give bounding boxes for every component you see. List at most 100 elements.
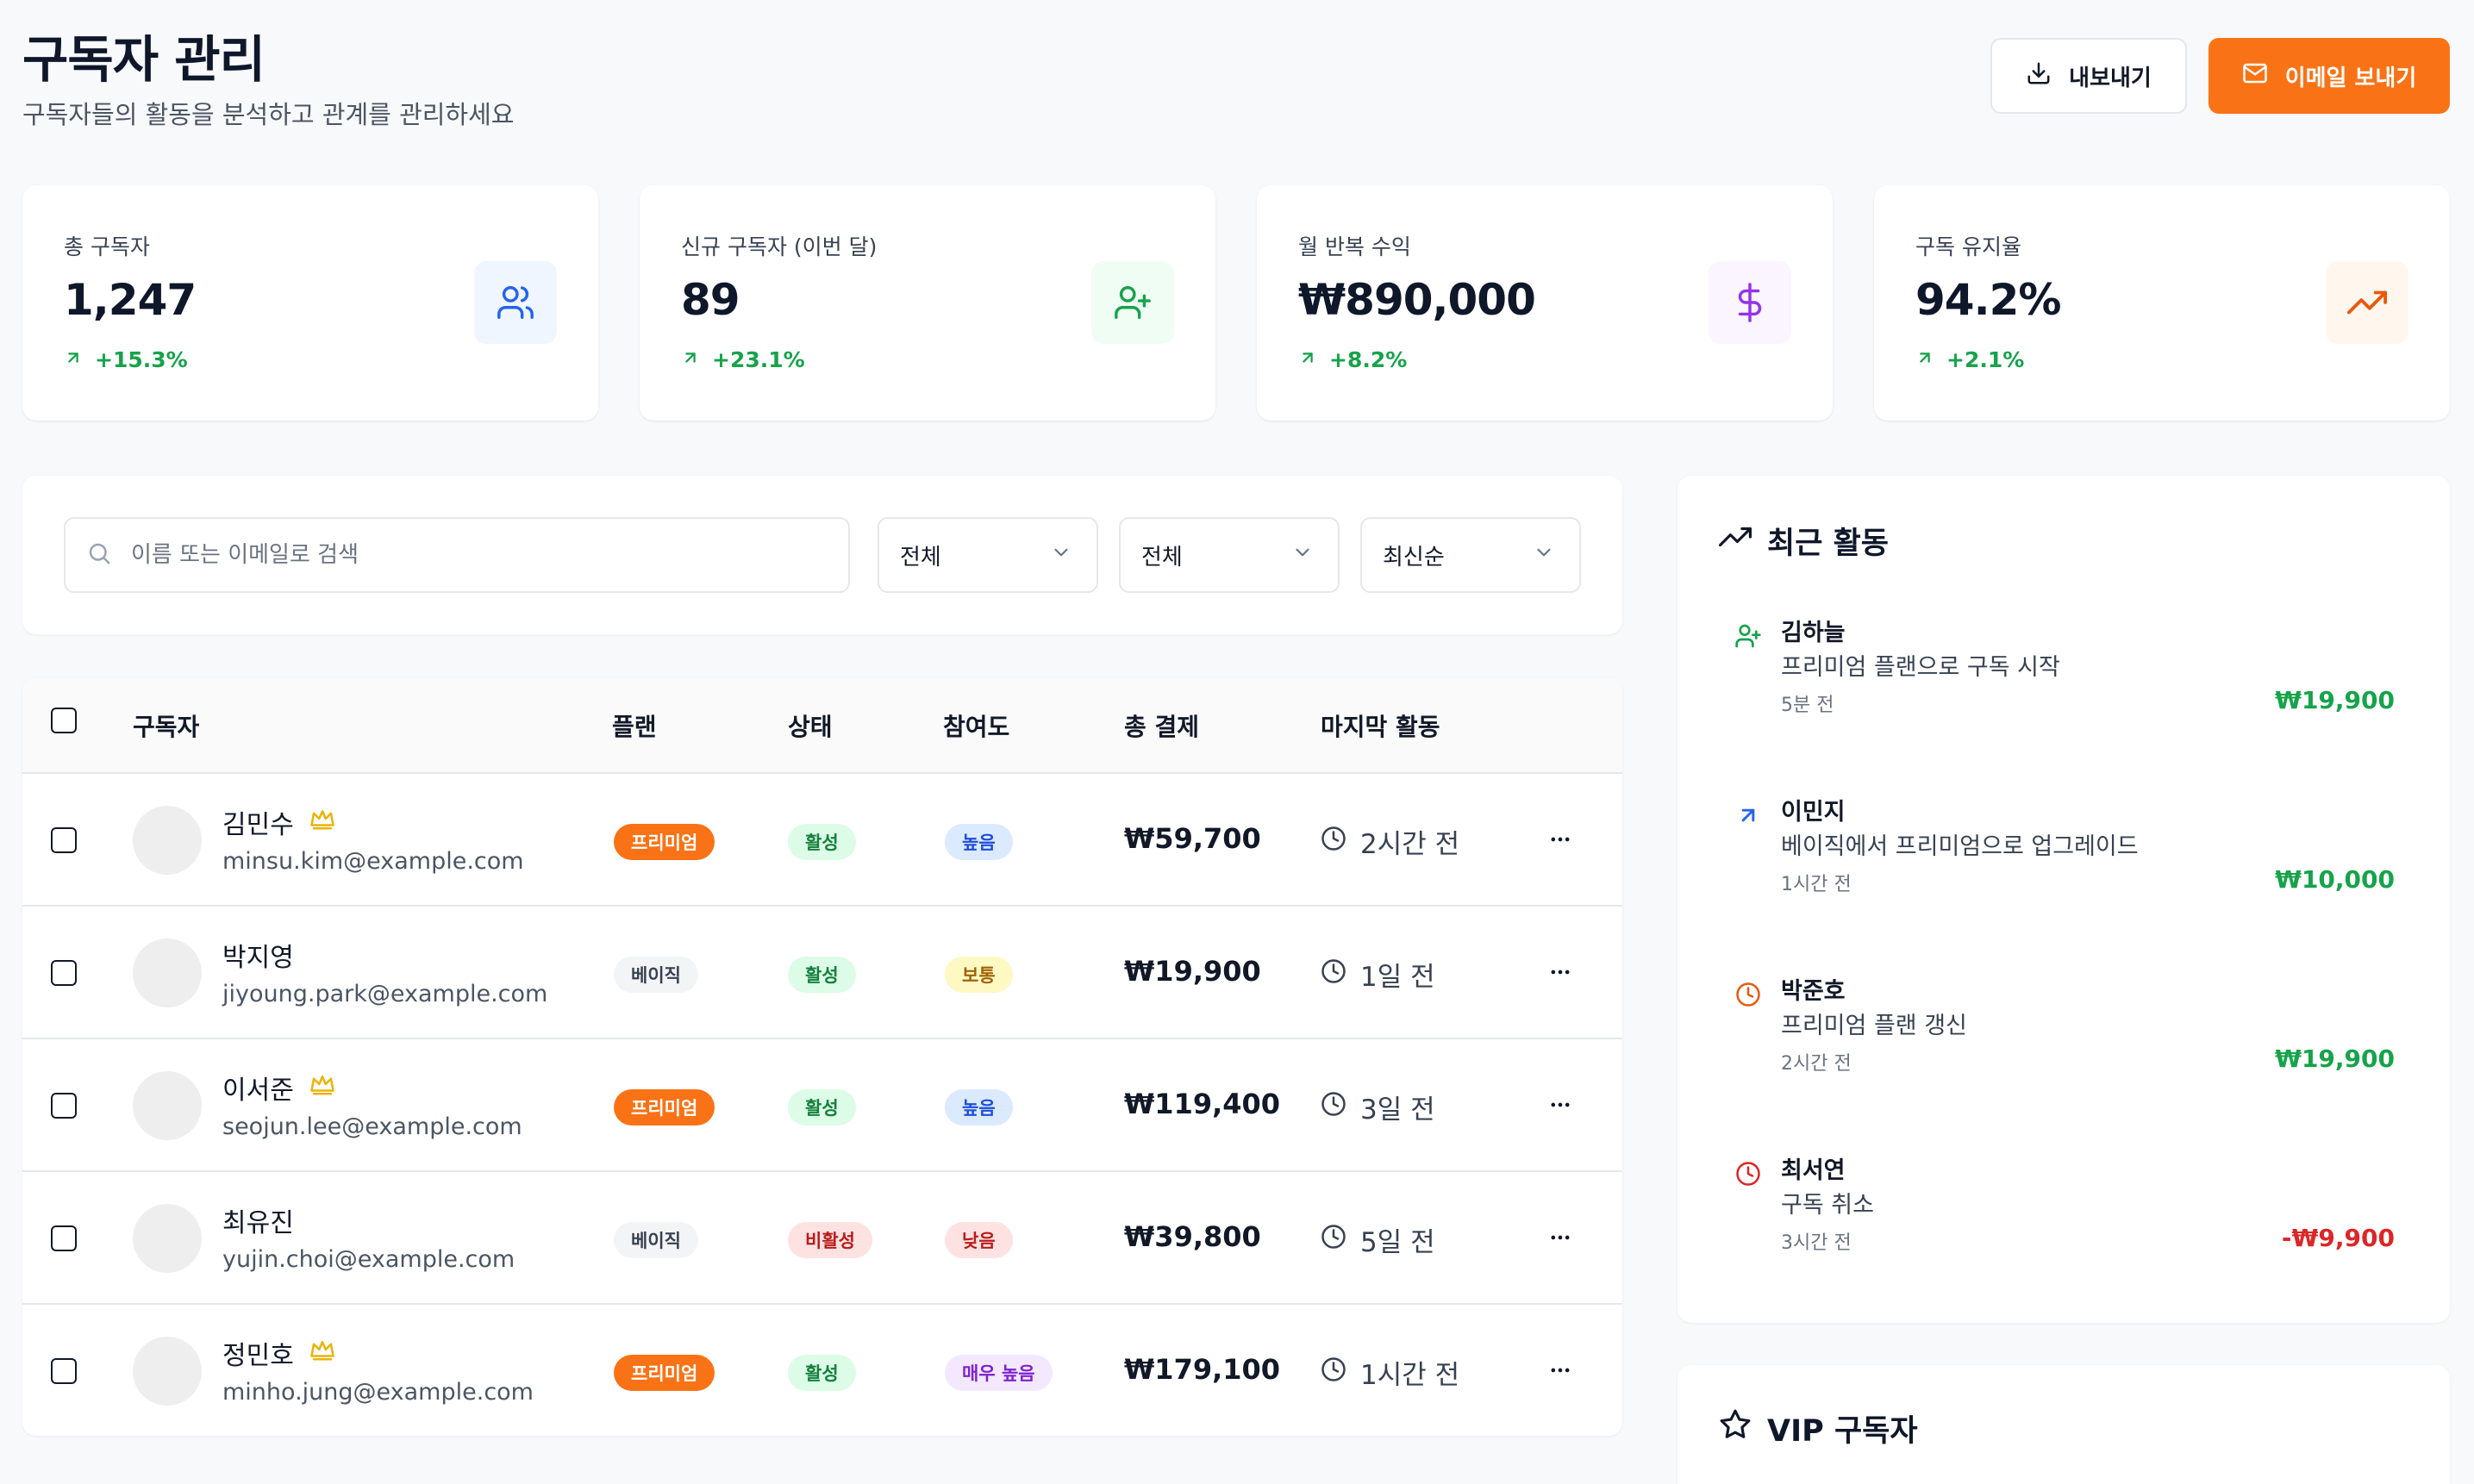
last-activity: 5일 전 (1321, 1220, 1435, 1259)
subscriber-name[interactable]: 최유진 (222, 1201, 294, 1239)
more-horizontal-icon (1548, 960, 1572, 988)
row-checkbox[interactable] (51, 960, 77, 986)
total-payment: ₩39,800 (1124, 1220, 1261, 1253)
stat-change-value: +8.2% (1329, 347, 1408, 372)
activity-description: 프리미엄 플랜 갱신 (1781, 1013, 1967, 1039)
status-filter-select[interactable]: 전체 (1119, 517, 1340, 593)
status-badge: 활성 (788, 1089, 856, 1125)
status-badge: 활성 (788, 824, 856, 860)
user-plus-icon (1091, 261, 1174, 344)
search-box[interactable] (64, 517, 850, 593)
stat-card-new-subscribers: 신규 구독자 (이번 달) 89 +23.1% (640, 185, 1215, 421)
vip-subscribers-panel: VIP 구독자 (1677, 1365, 2450, 1484)
more-options-button[interactable] (1543, 1355, 1577, 1389)
column-header-subscriber[interactable]: 구독자 (133, 708, 199, 743)
table-row[interactable]: 이서준 seojun.lee@example.com 프리미엄 활성 높음 ₩119,40… (22, 1039, 1622, 1172)
subscriber-name-text: 최유진 (222, 1208, 294, 1238)
activity-item[interactable]: 박준호 프리미엄 플랜 갱신 2시간 전 ₩19,900 (1733, 972, 2395, 1127)
select-all-checkbox[interactable] (51, 708, 77, 733)
activity-time: 2시간 전 (1781, 1053, 1852, 1075)
row-checkbox[interactable] (51, 1225, 77, 1251)
subscriber-table: 구독자 플랜 상태 참여도 총 결제 마지막 활동 김민수 minsu.kim@e… (22, 677, 1622, 1436)
table-row[interactable]: 정민호 minho.jung@example.com 프리미엄 활성 매우 높음 ₩179… (22, 1305, 1622, 1436)
subscriber-name-text: 이서준 (222, 1076, 294, 1106)
arrow-up-right-icon (64, 347, 83, 372)
more-options-button[interactable] (1543, 824, 1577, 858)
clock-icon (1321, 1224, 1346, 1256)
activity-item[interactable]: 김하늘 프리미엄 플랜으로 구독 시작 5분 전 ₩19,900 (1733, 614, 2395, 769)
column-header-engagement[interactable]: 참여도 (943, 708, 1009, 743)
column-header-plan[interactable]: 플랜 (612, 708, 657, 743)
subscriber-email: seojun.lee@example.com (222, 1113, 522, 1140)
table-row[interactable]: 최유진 yujin.choi@example.com 베이직 비활성 낮음 ₩39,800… (22, 1172, 1622, 1305)
activity-amount: ₩19,900 (2275, 686, 2395, 714)
row-checkbox[interactable] (51, 827, 77, 853)
vip-title: VIP 구독자 (1719, 1406, 1918, 1450)
user-plus-icon (1733, 620, 1764, 652)
subscriber-name[interactable]: 김민수 (222, 803, 335, 841)
more-options-button[interactable] (1543, 1222, 1577, 1256)
engagement-badge: 높음 (945, 1089, 1013, 1125)
subscriber-name[interactable]: 박지영 (222, 936, 294, 974)
stat-value: 1,247 (64, 275, 197, 325)
column-header-last-activity[interactable]: 마지막 활동 (1321, 708, 1440, 743)
crown-icon (309, 1337, 335, 1369)
export-button-label: 내보내기 (2069, 65, 2152, 91)
stat-label: 신규 구독자 (이번 달) (681, 234, 878, 259)
activity-item[interactable]: 이민지 베이직에서 프리미엄으로 업그레이드 1시간 전 ₩10,000 (1733, 793, 2395, 948)
status-badge: 활성 (788, 1355, 856, 1391)
subscriber-name[interactable]: 정민호 (222, 1334, 335, 1372)
star-icon (1719, 1408, 1752, 1449)
stat-card-total-subscribers: 총 구독자 1,247 +15.3% (22, 185, 598, 421)
row-checkbox[interactable] (51, 1358, 77, 1384)
clock-icon (1733, 979, 1764, 1010)
activity-item[interactable]: 최서연 구독 취소 3시간 전 -₩9,900 (1733, 1151, 2395, 1306)
clock-icon (1321, 1091, 1346, 1124)
stat-change-value: +15.3% (95, 347, 188, 372)
subscriber-email: minsu.kim@example.com (222, 848, 524, 875)
engagement-badge: 높음 (945, 824, 1013, 860)
activity-description: 베이직에서 프리미엄으로 업그레이드 (1781, 833, 2139, 860)
plan-filter-select[interactable]: 전체 (878, 517, 1098, 593)
plan-badge: 베이직 (614, 1222, 698, 1258)
last-activity-text: 1시간 전 (1360, 1360, 1460, 1391)
more-options-button[interactable] (1543, 957, 1577, 991)
row-checkbox[interactable] (51, 1093, 77, 1119)
table-row[interactable]: 박지영 jiyoung.park@example.com 베이직 활성 보통 ₩19,90… (22, 907, 1622, 1039)
subscriber-name-text: 박지영 (222, 943, 294, 973)
activity-amount: ₩19,900 (2275, 1044, 2395, 1073)
column-header-total[interactable]: 총 결제 (1124, 708, 1199, 743)
column-header-status[interactable]: 상태 (788, 708, 833, 743)
page-subtitle: 구독자들의 활동을 분석하고 관계를 관리하세요 (22, 100, 515, 129)
export-button[interactable]: 내보내기 (1990, 38, 2187, 114)
stat-card-mrr: 월 반복 수익 ₩890,000 +8.2% (1257, 185, 1833, 421)
stat-value: 94.2% (1915, 275, 2061, 325)
clock-icon (1733, 1158, 1764, 1189)
more-horizontal-icon (1548, 1093, 1572, 1120)
total-payment: ₩179,100 (1124, 1353, 1281, 1386)
total-payment: ₩59,700 (1124, 822, 1261, 855)
stat-value: 89 (681, 275, 740, 325)
subscriber-name[interactable]: 이서준 (222, 1069, 335, 1107)
send-email-button[interactable]: 이메일 보내기 (2208, 38, 2450, 114)
avatar (133, 806, 202, 875)
select-value: 전체 (1141, 544, 1183, 571)
table-row[interactable]: 김민수 minsu.kim@example.com 프리미엄 활성 높음 ₩59,700 2… (22, 774, 1622, 907)
sort-select[interactable]: 최신순 (1360, 517, 1581, 593)
stat-change: +2.1% (1915, 347, 2024, 372)
plan-badge: 프리미엄 (614, 1089, 715, 1125)
more-horizontal-icon (1548, 1358, 1572, 1386)
search-input[interactable] (131, 542, 821, 568)
more-options-button[interactable] (1543, 1089, 1577, 1124)
last-activity: 1일 전 (1321, 955, 1435, 994)
activity-time: 5분 전 (1781, 695, 1834, 716)
subscriber-email: yujin.choi@example.com (222, 1246, 515, 1273)
activity-amount: ₩10,000 (2275, 865, 2395, 894)
more-horizontal-icon (1548, 1225, 1572, 1253)
engagement-badge: 매우 높음 (945, 1355, 1053, 1391)
stat-card-retention: 구독 유지율 94.2% +2.1% (1874, 185, 2450, 421)
vip-title-text: VIP 구독자 (1767, 1414, 1918, 1449)
stat-label: 구독 유지율 (1915, 234, 2021, 259)
plan-badge: 프리미엄 (614, 1355, 715, 1391)
clock-icon (1321, 1356, 1346, 1389)
